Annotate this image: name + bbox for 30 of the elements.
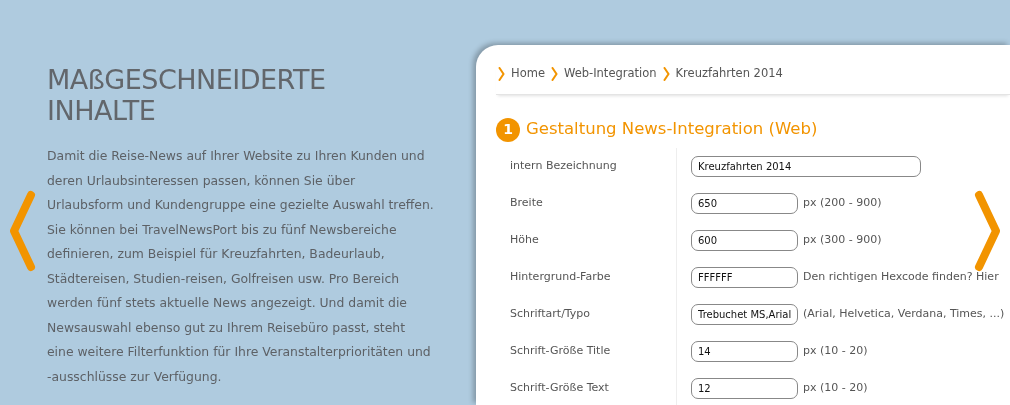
breadcrumb-link[interactable]: Kreuzfahrten 2014 <box>675 65 783 83</box>
breadcrumb-link[interactable]: Home <box>511 65 545 83</box>
breadcrumb-link[interactable]: Web-Integration <box>563 65 657 83</box>
chevron-icon <box>550 66 558 81</box>
field-label: Schriftart/Typo <box>496 296 677 333</box>
input-field[interactable]: FFFFFF <box>691 267 798 288</box>
field-label: Höhe <box>496 222 677 259</box>
input-field[interactable]: 14 <box>691 341 798 362</box>
intro-paragraph: Damit die Reise-News auf Ihrer Website zu Ihren Kunden und deren Urlaubsinteressen passen, können Sie über Urlaubsform und Kundengruppe eine gezielte Auswahl treffen. Sie können bei TravelNewsPort bis zu fünf Newsbereiche definieren, zum Beispiel für Kreuzfahrten, Badeurlaub, Städtereisen, Studien-reisen, Golfreisen usw. Pro Bereich werden fünf stets aktuelle News angezeigt. Und damit die Newsauswahl ebenso gut zu Ihrem Reisebüro passt, steht eine weitere Filterfunktion für Ihre Veranstalterprioritäten und -ausschlüsse zur Verfügung. <box>47 147 435 386</box>
input-field[interactable]: 650 <box>691 193 798 214</box>
chevron-icon <box>662 66 670 81</box>
input-field[interactable]: Kreuzfahrten 2014 <box>691 156 921 177</box>
input-field[interactable]: Trebuchet MS,Arial <box>691 304 798 325</box>
field-hint: px (10 - 20) <box>803 343 868 360</box>
input-field[interactable]: 600 <box>691 230 798 251</box>
step-number: 1 <box>496 117 520 142</box>
field-label: Schrift-Größe Title <box>496 333 677 370</box>
field-label: intern Bezeichnung <box>496 148 677 185</box>
field-hint: (Arial, Helvetica, Verdana, Times, ...) <box>803 306 1005 323</box>
field-label: Schrift-Größe Text <box>496 370 677 405</box>
field-hint: px (300 - 900) <box>803 232 882 249</box>
field-hint: px (200 - 900) <box>803 195 882 212</box>
chevron-icon <box>498 66 505 81</box>
input-field[interactable]: 12 <box>691 378 798 399</box>
field-label: Breite <box>496 185 677 222</box>
form-title: Gestaltung News-Integration (Web) <box>526 118 818 141</box>
field-hint: px (10 - 20) <box>803 380 868 397</box>
section-heading: MAßGESCHNEIDERTE INHALTE <box>47 64 327 126</box>
field-label: Hintergrund-Farbe <box>496 259 677 296</box>
field-hint: Den richtigen Hexcode finden? Hier <box>803 269 999 286</box>
